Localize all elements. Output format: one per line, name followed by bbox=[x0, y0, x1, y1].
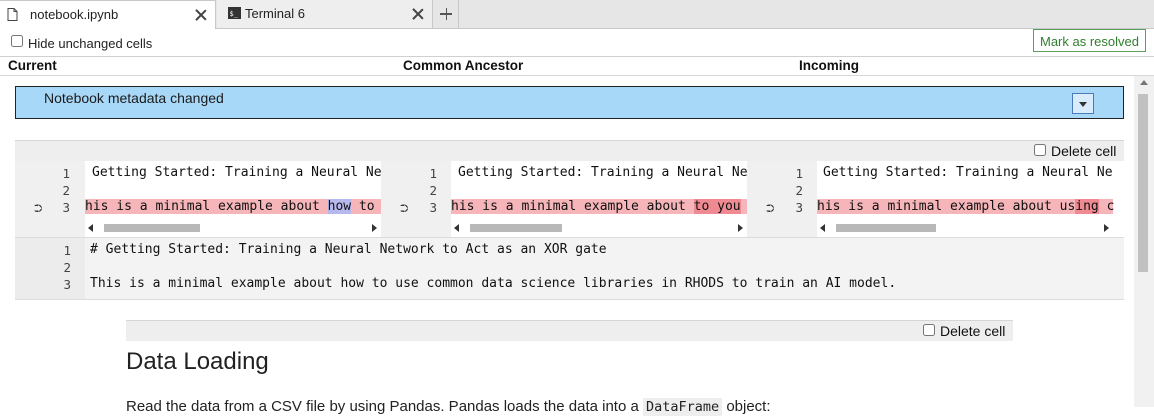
delete-cell-checkbox[interactable] bbox=[1034, 144, 1046, 156]
merged-cell-editor[interactable]: 1 2 3 # Getting Started: Training a Neur… bbox=[15, 237, 1124, 300]
horizontal-scrollbar[interactable] bbox=[451, 221, 747, 235]
current-cell-pane[interactable]: 1 2 3 ⮊ Getting Started: Training a Neur… bbox=[15, 161, 381, 237]
scroll-right-icon[interactable] bbox=[372, 224, 377, 232]
line-gutter: 1 2 3 ⮊ bbox=[15, 161, 85, 237]
changed-word: to you bbox=[693, 199, 741, 214]
line-text: his is a minimal example about bbox=[451, 199, 694, 214]
line-gutter: 1 2 3 ⮊ bbox=[381, 161, 451, 237]
ancestor-cell-pane[interactable]: 1 2 3 ⮊ Getting Started: Training a Neur… bbox=[381, 161, 747, 237]
line-number: 2 bbox=[429, 183, 437, 198]
code-line-1: Getting Started: Training a Neural Ne bbox=[92, 165, 381, 180]
line-number: 2 bbox=[63, 260, 71, 275]
column-current: Current bbox=[8, 58, 57, 73]
delete-cell-checkbox[interactable] bbox=[923, 324, 935, 336]
line-text: his is a minimal example about bbox=[85, 199, 328, 214]
changed-word: how bbox=[327, 199, 352, 214]
line-number: 2 bbox=[795, 183, 803, 198]
merged-line-1: # Getting Started: Training a Neural Net… bbox=[90, 242, 607, 257]
scrollbar-thumb[interactable] bbox=[470, 224, 562, 232]
scrollbar-thumb[interactable] bbox=[836, 224, 936, 232]
scroll-left-icon[interactable] bbox=[454, 224, 459, 232]
line-text: c bbox=[1098, 199, 1115, 214]
cell-header: Delete cell bbox=[15, 140, 1124, 161]
scroll-right-icon[interactable] bbox=[1104, 224, 1109, 232]
svg-text:$_: $_ bbox=[230, 10, 239, 18]
column-incoming: Incoming bbox=[799, 58, 859, 73]
tab-label: Terminal 6 bbox=[245, 6, 305, 21]
code-line-1: Getting Started: Training a Neural Ne bbox=[823, 165, 1113, 180]
terminal-icon: $_ bbox=[228, 7, 241, 22]
notebook-metadata-banner[interactable]: Notebook metadata changed bbox=[15, 86, 1124, 119]
line-number: 1 bbox=[429, 166, 437, 181]
line-number: 3 bbox=[63, 277, 71, 292]
tab-terminal[interactable]: $_ Terminal 6 bbox=[217, 0, 433, 28]
close-icon[interactable] bbox=[412, 8, 424, 20]
column-common-ancestor: Common Ancestor bbox=[403, 58, 524, 73]
line-text: his is a minimal example about us bbox=[817, 199, 1076, 214]
changed-word: ing bbox=[1075, 199, 1099, 214]
line-number: 1 bbox=[63, 243, 71, 258]
vertical-scrollbar[interactable] bbox=[1134, 76, 1154, 407]
delete-cell-label: Delete cell bbox=[1051, 143, 1117, 159]
hide-unchanged-label: Hide unchanged cells bbox=[28, 36, 153, 51]
tab-notebook[interactable]: notebook.ipynb bbox=[0, 0, 216, 29]
mark-as-resolved-button[interactable]: Mark as resolved bbox=[1033, 29, 1146, 52]
inline-code: DataFrame bbox=[643, 398, 723, 416]
horizontal-scrollbar[interactable] bbox=[85, 221, 381, 235]
line-gutter: 1 2 3 ⮊ bbox=[747, 161, 817, 237]
cell-header: Delete cell bbox=[126, 320, 1013, 341]
merge-arrow-icon[interactable]: ⮊ bbox=[766, 203, 774, 216]
line-number: 3 bbox=[795, 200, 803, 215]
removed-line: his is a minimal example about using c bbox=[817, 199, 1115, 214]
notebook-file-icon bbox=[7, 8, 18, 24]
line-text: to bbox=[351, 199, 375, 214]
code-line-1: Getting Started: Training a Neural Ne bbox=[458, 165, 747, 180]
scroll-left-icon[interactable] bbox=[88, 224, 93, 232]
scroll-right-icon[interactable] bbox=[738, 224, 743, 232]
merged-line-3: This is a minimal example about how to u… bbox=[90, 276, 897, 291]
expand-metadata-chevron-down-icon[interactable] bbox=[1072, 93, 1094, 114]
line-number: 1 bbox=[62, 166, 70, 181]
markdown-heading: Data Loading bbox=[126, 348, 269, 375]
column-headers: Current Common Ancestor Incoming bbox=[0, 57, 1154, 76]
removed-line: his is a minimal example about how to bbox=[85, 199, 381, 214]
metadata-changed-text: Notebook metadata changed bbox=[44, 90, 224, 106]
line-number: 3 bbox=[429, 200, 437, 215]
scroll-up-arrow-icon[interactable] bbox=[1140, 80, 1148, 85]
merge-arrow-icon[interactable]: ⮊ bbox=[400, 203, 408, 216]
line-number: 2 bbox=[62, 183, 70, 198]
horizontal-scrollbar[interactable] bbox=[817, 221, 1113, 235]
delete-cell-label: Delete cell bbox=[940, 323, 1006, 339]
new-tab-plus-icon[interactable] bbox=[433, 0, 459, 28]
scrollbar-thumb[interactable] bbox=[1138, 94, 1148, 272]
close-icon[interactable] bbox=[195, 9, 207, 21]
line-number: 1 bbox=[795, 166, 803, 181]
merge-toolbar: Hide unchanged cells bbox=[0, 29, 1154, 57]
tab-bar: notebook.ipynb $_ Terminal 6 bbox=[0, 0, 1154, 29]
line-number: 3 bbox=[62, 200, 70, 215]
line-gutter: 1 2 3 bbox=[15, 238, 85, 299]
tab-label: notebook.ipynb bbox=[30, 7, 119, 22]
hide-unchanged-checkbox[interactable] bbox=[11, 35, 23, 47]
scrollbar-thumb[interactable] bbox=[104, 224, 200, 232]
merge-arrow-icon[interactable]: ⮊ bbox=[34, 203, 42, 216]
scroll-left-icon[interactable] bbox=[820, 224, 825, 232]
incoming-cell-pane[interactable]: 1 2 3 ⮊ Getting Started: Training a Neur… bbox=[747, 161, 1124, 237]
removed-line: his is a minimal example about to you bbox=[451, 199, 747, 214]
